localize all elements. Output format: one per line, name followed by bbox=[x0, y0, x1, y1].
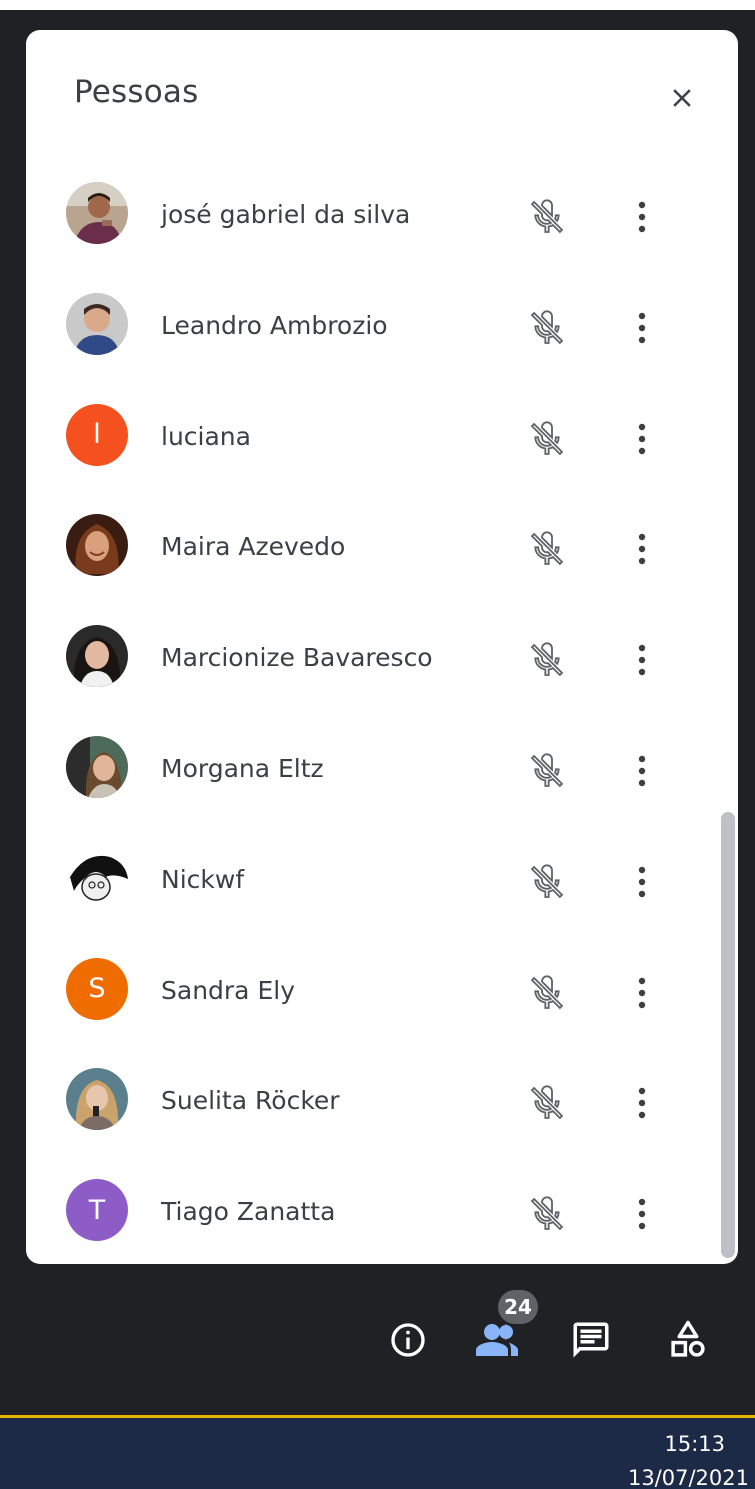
participant-name: Tiago Zanatta bbox=[161, 1197, 336, 1227]
participant-name: Leandro Ambrozio bbox=[161, 310, 388, 340]
avatar-initial: T bbox=[88, 1194, 106, 1226]
clock-date[interactable]: 13/07/2021 bbox=[628, 1466, 749, 1489]
more-options-button[interactable] bbox=[622, 414, 662, 464]
more-vert-icon bbox=[638, 534, 646, 565]
mic-status bbox=[524, 970, 570, 1016]
mic-off-icon bbox=[530, 531, 564, 566]
participant-row: l luciana bbox=[26, 382, 738, 493]
close-button[interactable] bbox=[656, 72, 708, 124]
participant-name: luciana bbox=[161, 421, 251, 451]
mic-off-icon bbox=[530, 753, 564, 788]
participant-row: Leandro Ambrozio bbox=[26, 271, 738, 382]
participant-name: Maira Azevedo bbox=[161, 532, 346, 562]
participant-name: Suelita Röcker bbox=[161, 1086, 340, 1116]
more-vert-icon bbox=[638, 1198, 646, 1230]
mic-status bbox=[524, 194, 570, 240]
participant-count-badge: 24 bbox=[498, 1290, 538, 1324]
participant-list: josé gabriel da silva Leandro Ambrozio l… bbox=[26, 160, 738, 1264]
more-options-button[interactable] bbox=[622, 857, 662, 907]
participant-row: josé gabriel da silva bbox=[26, 160, 738, 271]
clock-time[interactable]: 15:13 bbox=[664, 1432, 725, 1456]
mic-status bbox=[524, 637, 570, 683]
mic-status bbox=[524, 526, 570, 572]
avatar-initial: l bbox=[93, 419, 101, 451]
activities-button[interactable] bbox=[662, 1314, 714, 1366]
mic-status bbox=[524, 1191, 570, 1237]
avatar bbox=[66, 514, 128, 577]
mic-off-icon bbox=[530, 421, 564, 455]
panel-title: Pessoas bbox=[74, 74, 199, 110]
info-button[interactable] bbox=[382, 1314, 434, 1366]
avatar bbox=[66, 292, 128, 355]
mic-status bbox=[524, 416, 570, 462]
mic-off-icon bbox=[530, 199, 564, 234]
activities-icon bbox=[671, 1320, 705, 1357]
avatar bbox=[66, 625, 128, 688]
avatar: S bbox=[66, 957, 128, 1020]
more-options-button[interactable] bbox=[622, 192, 662, 242]
more-options-button[interactable] bbox=[622, 635, 662, 685]
participant-row: Maira Azevedo bbox=[26, 492, 738, 603]
mic-off-icon bbox=[530, 974, 564, 1009]
os-taskbar: 15:13 13/07/2021 bbox=[0, 1415, 755, 1489]
mic-off-icon bbox=[530, 1085, 564, 1120]
participant-name: josé gabriel da silva bbox=[161, 200, 411, 229]
window-top-edge bbox=[0, 0, 755, 10]
more-vert-icon bbox=[638, 423, 646, 454]
participant-row: S Sandra Ely bbox=[26, 936, 738, 1047]
mic-off-icon bbox=[530, 1196, 564, 1231]
more-options-button[interactable] bbox=[622, 968, 662, 1018]
participant-name: Nickwf bbox=[161, 864, 245, 894]
more-options-button[interactable] bbox=[622, 1189, 662, 1239]
more-vert-icon bbox=[638, 977, 646, 1008]
participant-row: Marcionize Bavaresco bbox=[26, 603, 738, 714]
participant-row: T Tiago Zanatta bbox=[26, 1157, 738, 1264]
avatar-initial: S bbox=[88, 973, 106, 1005]
mic-status bbox=[524, 1080, 570, 1126]
scrollbar-thumb[interactable] bbox=[721, 812, 735, 1258]
participant-name: Morgana Eltz bbox=[161, 753, 324, 783]
avatar bbox=[66, 846, 128, 909]
info-icon bbox=[391, 1323, 425, 1357]
chat-button[interactable] bbox=[565, 1314, 617, 1366]
close-icon bbox=[673, 89, 691, 107]
avatar bbox=[66, 735, 128, 798]
avatar: T bbox=[66, 1179, 128, 1242]
people-panel: Pessoas josé gabriel da silva Leandro Am… bbox=[26, 30, 738, 1264]
participant-name: Sandra Ely bbox=[161, 975, 295, 1005]
more-vert-icon bbox=[638, 201, 646, 233]
more-vert-icon bbox=[638, 755, 646, 787]
more-options-button[interactable] bbox=[622, 303, 662, 353]
more-vert-icon bbox=[638, 866, 646, 897]
participant-row: Nickwf bbox=[26, 825, 738, 936]
avatar bbox=[66, 1068, 128, 1131]
avatar: l bbox=[66, 403, 128, 466]
more-vert-icon bbox=[638, 312, 646, 343]
mic-status bbox=[524, 748, 570, 794]
more-options-button[interactable] bbox=[622, 1078, 662, 1128]
more-options-button[interactable] bbox=[622, 746, 662, 796]
chat-icon bbox=[573, 1322, 609, 1358]
mic-status bbox=[524, 305, 570, 351]
participant-row: Morgana Eltz bbox=[26, 714, 738, 825]
participant-row: Suelita Röcker bbox=[26, 1046, 738, 1157]
mic-off-icon bbox=[530, 642, 564, 677]
mic-status bbox=[524, 859, 570, 905]
more-vert-icon bbox=[638, 1088, 646, 1119]
participant-name: Marcionize Bavaresco bbox=[161, 643, 433, 673]
mic-off-icon bbox=[530, 864, 564, 899]
avatar bbox=[66, 182, 128, 244]
more-vert-icon bbox=[638, 644, 646, 676]
meeting-toolbar bbox=[0, 1280, 755, 1400]
mic-off-icon bbox=[530, 310, 564, 345]
more-options-button[interactable] bbox=[622, 524, 662, 574]
